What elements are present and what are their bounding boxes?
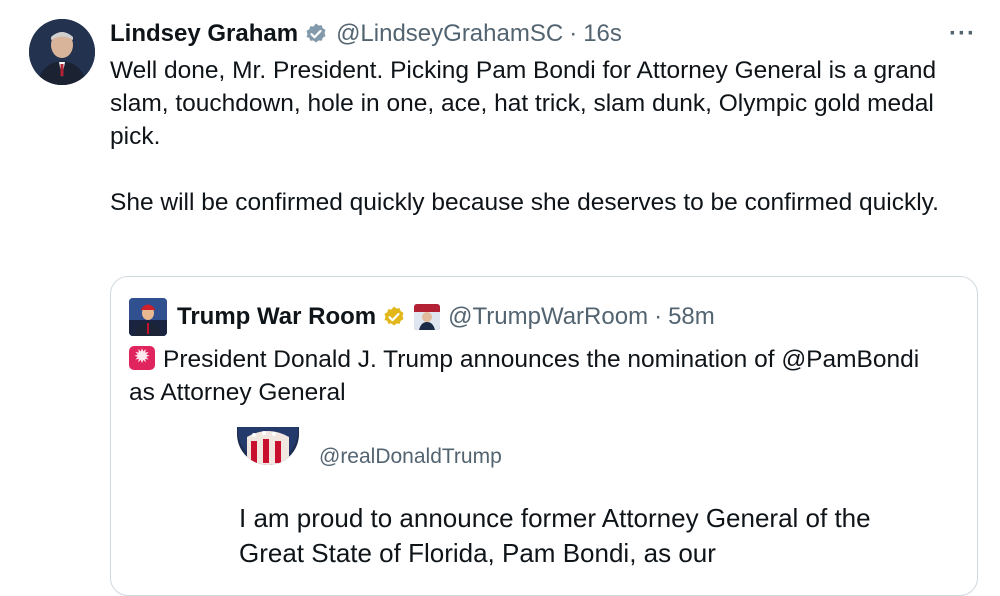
quoted-tweet-header: Trump War Room @TrumpWarRoom · 58m	[129, 298, 715, 336]
author-handle[interactable]: @LindseyGrahamSC	[336, 20, 563, 48]
tweet-body: Well done, Mr. President. Picking Pam Bo…	[110, 54, 990, 219]
quoted-timestamp[interactable]: 58m	[668, 303, 715, 331]
tweet-paragraph-2: She will be confirmed quickly because sh…	[110, 189, 939, 216]
separator-dot: ·	[569, 20, 578, 47]
quoted-tweet-text: President Donald J. Trump announces the …	[129, 346, 920, 406]
author-avatar[interactable]	[29, 19, 95, 85]
gold-verified-badge-icon	[382, 305, 406, 329]
quoted-tweet-body: President Donald J. Trump announces the …	[129, 343, 949, 409]
more-options-icon[interactable]: ···	[949, 20, 976, 48]
affiliate-badge-icon[interactable]	[414, 304, 441, 330]
quoted-tweet-card[interactable]: Trump War Room @TrumpWarRoom · 58m Presi…	[110, 276, 978, 596]
rotating-light-icon	[129, 345, 155, 370]
embedded-post-text: I am proud to announce former Attorney G…	[239, 503, 871, 568]
verified-badge-icon	[304, 22, 328, 46]
timestamp[interactable]: 16s	[583, 20, 622, 48]
author-name[interactable]: Lindsey Graham	[110, 20, 298, 48]
tweet-header: Lindsey Graham @LindseyGrahamSC · 16s	[110, 17, 622, 51]
embedded-post-image[interactable]: @realDonaldTrump I am proud to announce …	[233, 427, 933, 595]
tweet-paragraph-1: Well done, Mr. President. Picking Pam Bo…	[110, 57, 937, 150]
quoted-author-name[interactable]: Trump War Room	[177, 303, 376, 331]
quoted-author-avatar[interactable]	[129, 298, 167, 336]
quoted-author-handle[interactable]: @TrumpWarRoom	[448, 303, 648, 331]
quoted-separator-dot: ·	[654, 303, 663, 330]
embedded-handle: @realDonaldTrump	[319, 445, 502, 468]
embedded-avatar	[237, 427, 299, 465]
